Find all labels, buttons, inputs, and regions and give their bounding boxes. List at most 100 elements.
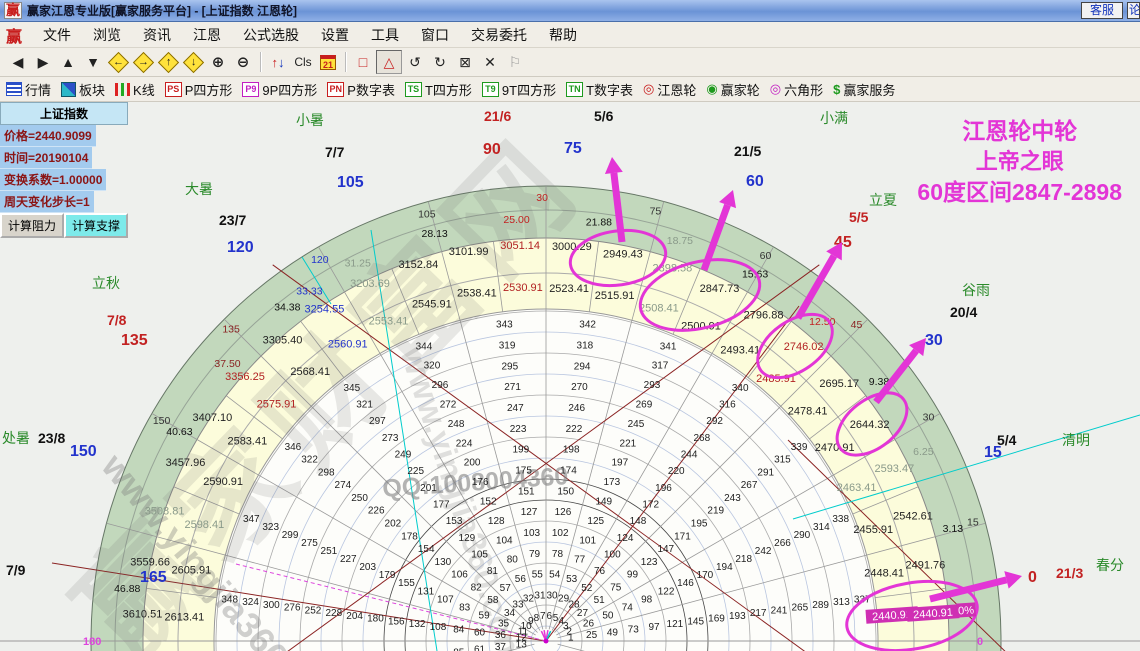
- diamond-up-button[interactable]: ↑: [156, 51, 180, 73]
- zoom-out-button[interactable]: ⊖: [231, 51, 255, 73]
- svg-text:3254.55: 3254.55: [305, 303, 345, 315]
- solar-term-label: 小满: [820, 110, 848, 126]
- menu-item-6[interactable]: 工具: [360, 23, 410, 47]
- t-square-button[interactable]: TS T四方形: [404, 80, 472, 99]
- svg-text:2949.43: 2949.43: [603, 249, 643, 261]
- diamond-down-button[interactable]: ↓: [181, 51, 205, 73]
- menu-item-2[interactable]: 资讯: [132, 23, 182, 47]
- pointer-down-button[interactable]: ▼: [81, 51, 105, 73]
- svg-text:198: 198: [563, 445, 580, 456]
- svg-text:13: 13: [516, 639, 528, 650]
- svg-text:174: 174: [560, 465, 577, 476]
- diamond-right-button[interactable]: →: [131, 51, 155, 73]
- square-tool-button[interactable]: □: [351, 51, 375, 73]
- svg-text:293: 293: [644, 380, 661, 391]
- svg-text:314: 314: [813, 522, 830, 533]
- 9t-square-button[interactable]: T9 9T四方形: [481, 80, 556, 99]
- svg-text:2448.41: 2448.41: [864, 568, 904, 580]
- winner-wheel-button[interactable]: ◉ 赢家轮: [706, 80, 759, 99]
- flag-button[interactable]: ⚐: [503, 51, 527, 73]
- cross-move-button[interactable]: ✕: [478, 51, 502, 73]
- svg-text:34: 34: [504, 608, 516, 619]
- rotate-cw-button[interactable]: ↻: [428, 51, 452, 73]
- svg-text:8: 8: [534, 613, 540, 624]
- degree-label: 165: [140, 569, 167, 586]
- svg-text:272: 272: [440, 399, 457, 410]
- customer-service-button[interactable]: 客服: [1080, 2, 1123, 19]
- cls-button[interactable]: Cls: [291, 51, 315, 73]
- pointer-up-button[interactable]: ▲: [56, 51, 80, 73]
- svg-text:121: 121: [667, 619, 684, 630]
- updown-scale-button[interactable]: ↑↓: [266, 51, 290, 73]
- svg-text:3407.10: 3407.10: [193, 412, 233, 424]
- menu-item-7[interactable]: 窗口: [410, 23, 460, 47]
- triangle-tool-button[interactable]: △: [376, 50, 402, 74]
- p-table-button[interactable]: PN P数字表: [327, 80, 395, 99]
- menu-bar: 赢 文件 浏览 资讯 江恩 公式选股 设置 工具 窗口 交易委托 帮助: [0, 22, 1140, 48]
- solar-term-label: 谷雨: [962, 282, 990, 298]
- calc-support-button[interactable]: 计算支撑: [64, 213, 129, 238]
- menu-item-5[interactable]: 设置: [310, 23, 360, 47]
- box-select-button[interactable]: ⊠: [453, 51, 477, 73]
- title-bar: 赢 赢家江恩专业版[赢家服务平台] - [上证指数 江恩轮] 客服 论坛: [0, 0, 1140, 22]
- toolbar-item-label: P四方形: [184, 82, 233, 98]
- svg-text:147: 147: [657, 544, 674, 555]
- p-square-button[interactable]: PS P四方形: [164, 80, 233, 99]
- date-label: 7/7: [325, 144, 345, 160]
- svg-text:313: 313: [833, 597, 850, 608]
- rotate-ccw-button[interactable]: ↺: [403, 51, 427, 73]
- menu-item-9[interactable]: 帮助: [538, 23, 588, 47]
- svg-text:76: 76: [594, 566, 606, 577]
- degree-label: 135: [121, 332, 148, 349]
- svg-text:0: 0: [977, 636, 983, 648]
- quotes-button[interactable]: 行情: [6, 80, 51, 99]
- svg-text:294: 294: [574, 361, 591, 372]
- svg-text:103: 103: [523, 528, 540, 539]
- svg-text:201: 201: [420, 483, 437, 494]
- calc-resistance-button[interactable]: 计算阻力: [0, 213, 65, 238]
- menu-item-0[interactable]: 文件: [32, 23, 82, 47]
- t-table-button[interactable]: TN T数字表: [566, 80, 633, 99]
- svg-text:296: 296: [432, 380, 449, 391]
- forum-button-partial[interactable]: 论坛: [1127, 2, 1140, 19]
- menu-item-4[interactable]: 公式选股: [232, 23, 310, 47]
- svg-text:217: 217: [750, 608, 767, 619]
- svg-text:151: 151: [518, 486, 535, 497]
- t-table-button-icon: TN: [566, 81, 584, 97]
- date-label: 23/8: [38, 430, 65, 446]
- winner-service-button[interactable]: $ 赢家服务: [833, 80, 895, 99]
- svg-text:82: 82: [471, 582, 483, 593]
- svg-text:49: 49: [607, 627, 619, 638]
- wheel-annotation: 江恩轮中轮 上帝之眼 60度区间2847-2898: [917, 116, 1122, 208]
- degree-label: 75: [564, 140, 582, 157]
- svg-text:120: 120: [311, 254, 329, 266]
- svg-text:225: 225: [407, 466, 424, 477]
- nav-forward-button[interactable]: ▶: [31, 51, 55, 73]
- updown-scale-button-icon: ↑↓: [271, 55, 285, 70]
- svg-text:204: 204: [346, 611, 363, 622]
- svg-text:7: 7: [540, 611, 546, 622]
- gann-wheel-button[interactable]: ◎ 江恩轮: [643, 80, 696, 99]
- menu-item-3[interactable]: 江恩: [182, 23, 232, 47]
- svg-text:295: 295: [502, 361, 519, 372]
- toolbar-item-label: 江恩轮: [657, 82, 697, 98]
- zoom-in-button[interactable]: ⊕: [206, 51, 230, 73]
- calendar-button[interactable]: 21: [316, 51, 340, 73]
- 9p-square-button[interactable]: P9 9P四方形: [242, 80, 317, 99]
- diamond-left-button[interactable]: ←: [106, 51, 130, 73]
- nav-back-button[interactable]: ◀: [6, 51, 30, 73]
- kline-button[interactable]: K线: [115, 80, 155, 99]
- menu-item-1[interactable]: 浏览: [82, 23, 132, 47]
- toolbar-item-label: 行情: [25, 82, 52, 98]
- sectors-button[interactable]: 板块: [61, 80, 105, 99]
- svg-text:75: 75: [650, 206, 662, 218]
- menu-item-8[interactable]: 交易委托: [460, 23, 538, 47]
- svg-text:83: 83: [459, 602, 471, 613]
- svg-text:55: 55: [532, 570, 544, 581]
- svg-text:40.63: 40.63: [166, 426, 192, 438]
- svg-text:2523.41: 2523.41: [549, 283, 589, 295]
- hexagon-button[interactable]: ◎ 六角形: [770, 80, 823, 99]
- app-logo-icon: 赢: [4, 2, 22, 19]
- svg-text:197: 197: [612, 458, 629, 469]
- date-label: 7/8: [107, 312, 127, 328]
